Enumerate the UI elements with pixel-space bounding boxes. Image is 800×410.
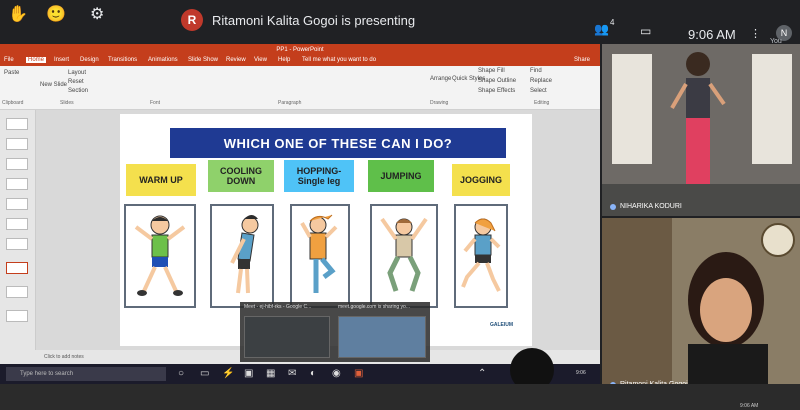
cortana-icon[interactable]: ○	[178, 368, 184, 379]
bottom-strip: 9:06 AM	[0, 384, 800, 410]
edge-icon[interactable]: ◐	[310, 368, 316, 379]
warm-up-illustration	[124, 204, 196, 308]
preview-thumbnail[interactable]	[244, 316, 330, 358]
slide-heading: WHICH ONE OF THESE CAN I DO?	[170, 128, 506, 158]
activity-label-hopping: HOPPING- Single leg	[284, 160, 354, 192]
tab-design[interactable]: Design	[80, 57, 99, 63]
group-editing: Editing	[534, 100, 550, 106]
jogging-illustration	[454, 204, 508, 308]
slide-thumbnail-pane	[0, 110, 36, 350]
mail-icon[interactable]: ✉	[288, 368, 296, 379]
app-icon[interactable]: ⚡	[222, 368, 234, 379]
tab-transitions[interactable]: Transitions	[108, 57, 137, 63]
slide-thumbnail[interactable]	[6, 218, 28, 230]
activity-label-warm-up: WARM UP	[126, 164, 196, 196]
store-icon[interactable]: ▦	[266, 368, 275, 379]
people-count: 4	[610, 18, 615, 27]
brand-logo: GALEIUM	[490, 322, 514, 328]
tab-insert[interactable]: Insert	[54, 57, 69, 63]
meeting-time: 9:06 AM	[688, 27, 736, 42]
warm-up-figure-icon	[134, 215, 186, 296]
task-view-icon[interactable]: ▭	[200, 368, 209, 379]
chat-icon[interactable]: ▭	[640, 24, 651, 38]
section-button[interactable]: Section	[68, 88, 88, 94]
emoji-icon[interactable]: 🙂	[46, 4, 66, 24]
tab-file[interactable]: File	[4, 57, 14, 63]
gear-icon[interactable]: ⚙	[90, 4, 104, 24]
shape-fill-button[interactable]: Shape Fill	[478, 68, 505, 74]
share-button[interactable]: Share	[574, 57, 590, 63]
participant-tile-ritamoni[interactable]: Ritamoni Kalita Gogoi	[602, 218, 800, 394]
shape-effects-button[interactable]: Shape Effects	[478, 88, 515, 94]
slide-thumbnail[interactable]	[6, 178, 28, 190]
arrange-button[interactable]: Arrange	[430, 76, 451, 82]
group-slides: Slides	[60, 100, 74, 106]
jumping-figure-icon	[380, 217, 428, 292]
preview-tab-meet[interactable]: Meet - ej-hibf-rks - Google C...	[244, 304, 311, 310]
presenting-banner: Ritamoni Kalita Gogoi is presenting	[212, 13, 416, 28]
cooling-down-figure-icon	[230, 215, 259, 294]
taskbar-clock: 9:06	[576, 370, 586, 376]
taskbar-search-input[interactable]: Type here to search	[6, 367, 166, 381]
activity-label-cooling-down: COOLING DOWN	[208, 160, 274, 192]
hopping-figure-icon	[300, 214, 338, 293]
tab-animations[interactable]: Animations	[148, 57, 178, 63]
meet-top-bar: ✋ 🙂 ⚙ R Ritamoni Kalita Gogoi is present…	[0, 0, 800, 45]
activity-label-jumping: JUMPING	[368, 160, 434, 192]
group-drawing: Drawing	[430, 100, 449, 106]
reset-button[interactable]: Reset	[68, 79, 84, 85]
slide-thumbnail[interactable]	[6, 310, 28, 322]
people-icon[interactable]: 👥	[594, 22, 609, 36]
preview-thumbnail[interactable]	[338, 316, 426, 358]
participant-video-icon	[602, 218, 800, 394]
slide-thumbnail-active[interactable]	[6, 262, 28, 274]
group-paragraph: Paragraph	[278, 100, 302, 106]
hopping-illustration	[290, 204, 350, 308]
preview-tab-sharing[interactable]: meet.google.com is sharing yo...	[338, 304, 410, 310]
slide-thumbnail[interactable]	[6, 198, 28, 210]
layout-button[interactable]: Layout	[68, 70, 86, 76]
tab-view[interactable]: View	[254, 57, 267, 63]
file-explorer-icon[interactable]: ▣	[244, 368, 253, 379]
tab-slide-show[interactable]: Slide Show	[188, 57, 218, 63]
new-slide-button[interactable]: New Slide	[40, 82, 67, 88]
ppt-ribbon: Paste New Slide Layout Reset Section Arr…	[0, 66, 600, 110]
more-options-icon[interactable]: ⋮	[750, 27, 761, 40]
find-button[interactable]: Find	[530, 68, 542, 74]
audio-indicator-icon	[610, 203, 616, 210]
tray-chevron-icon[interactable]: ⌃	[478, 368, 486, 379]
slide-thumbnail[interactable]	[6, 238, 28, 250]
slide-thumbnail[interactable]	[6, 138, 28, 150]
replace-button[interactable]: Replace	[530, 78, 552, 84]
chrome-icon[interactable]: ◉	[332, 368, 341, 379]
participant-name: NIHARIKA KODURI	[610, 203, 682, 210]
jogging-figure-icon	[461, 218, 501, 292]
group-font: Font	[150, 100, 161, 106]
shape-outline-button[interactable]: Shape Outline	[478, 78, 516, 84]
jumping-illustration	[370, 204, 438, 308]
taskbar-window-previews: Meet - ej-hibf-rks - Google C... meet.go…	[240, 302, 430, 362]
tab-home[interactable]: Home	[26, 57, 47, 63]
slide-thumbnail[interactable]	[6, 286, 28, 298]
cooling-down-illustration	[210, 204, 274, 308]
powerpoint-icon[interactable]: ▣	[354, 368, 363, 379]
ppt-window-title: PP1 - PowerPoint	[0, 44, 600, 56]
select-button[interactable]: Select	[530, 88, 547, 94]
bottom-clock: 9:06 AM	[740, 403, 759, 409]
participant-video-icon	[602, 44, 800, 216]
paste-button[interactable]: Paste	[4, 70, 19, 76]
hand-icon[interactable]: ✋	[8, 4, 28, 24]
group-clipboard: Clipboard	[2, 100, 24, 106]
slide-thumbnail[interactable]	[6, 118, 28, 130]
tell-me-search[interactable]: Tell me what you want to do	[302, 57, 376, 63]
ppt-ribbon-tabs: File Home Insert Design Transitions Anim…	[0, 56, 600, 66]
activity-label-jogging: JOGGING	[452, 164, 510, 196]
participant-tile-niharika[interactable]: NIHARIKA KODURI	[602, 44, 800, 216]
tab-review[interactable]: Review	[226, 57, 246, 63]
tab-help[interactable]: Help	[278, 57, 290, 63]
top-right-controls: 👥 4 ▭ 9:06 AM ⋮ N You	[580, 0, 800, 45]
presenter-avatar: R	[181, 9, 203, 31]
slide-thumbnail[interactable]	[6, 158, 28, 170]
